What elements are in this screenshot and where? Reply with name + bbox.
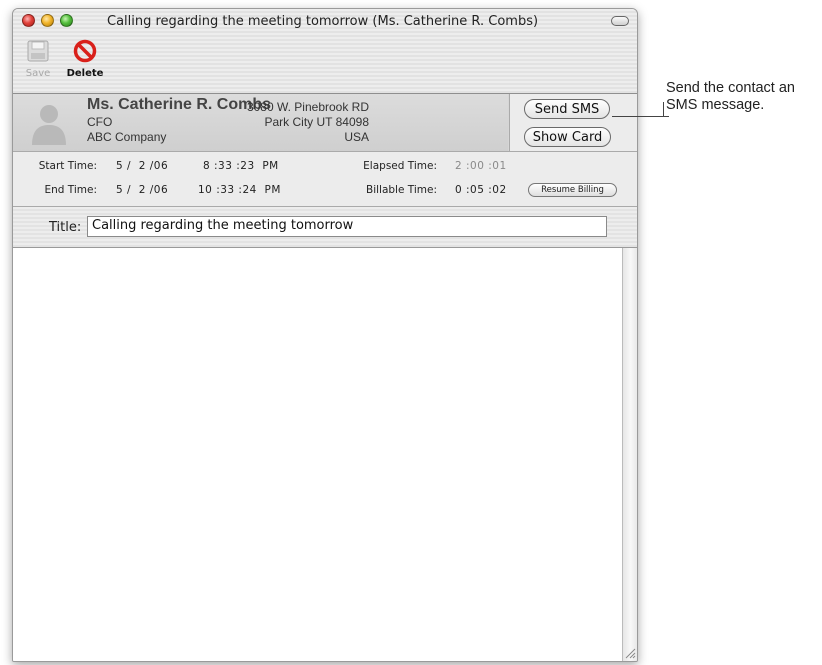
window-title: Calling regarding the meeting tomorrow (… xyxy=(107,14,539,29)
address-line1: 3080 W. Pinebrook RD xyxy=(246,100,369,114)
person-silhouette-icon xyxy=(32,105,66,145)
zoom-window-button[interactable] xyxy=(60,14,73,27)
address-country: USA xyxy=(344,130,369,144)
contact-actions: Send SMS Show Card xyxy=(509,94,637,151)
minimize-window-button[interactable] xyxy=(41,14,54,27)
call-title-row: Title: Calling regarding the meeting tom… xyxy=(13,207,637,248)
time-tracking-panel: Start Time: 5 / 2 /06 8 :33 :23 PM End T… xyxy=(13,152,637,207)
resume-billing-button[interactable]: Resume Billing xyxy=(528,183,617,197)
elapsed-time-value: 2 :00 :01 xyxy=(455,160,507,172)
end-time-field[interactable]: 10 :33 :24 PM xyxy=(198,184,281,196)
delete-prohibited-icon xyxy=(73,39,97,63)
contact-panel: Ms. Catherine R. Combs CFO ABC Company 3… xyxy=(13,94,637,152)
end-date-field[interactable]: 5 / 2 /06 xyxy=(116,184,168,196)
address-line2: Park City UT 84098 xyxy=(264,115,370,129)
billable-time-value[interactable]: 0 :05 :02 xyxy=(455,184,507,196)
show-card-button[interactable]: Show Card xyxy=(524,127,611,147)
elapsed-time-label: Elapsed Time: xyxy=(363,160,437,172)
toolbar-toggle-button[interactable] xyxy=(611,16,629,26)
start-date-field[interactable]: 5 / 2 /06 xyxy=(116,160,168,172)
start-time-label: Start Time: xyxy=(38,160,97,172)
close-window-button[interactable] xyxy=(22,14,35,27)
delete-button[interactable]: Delete xyxy=(65,39,105,79)
billable-time-label: Billable Time: xyxy=(365,184,437,196)
delete-label: Delete xyxy=(66,68,104,79)
callout-leader-tick xyxy=(663,102,664,117)
end-time-label: End Time: xyxy=(44,184,97,196)
resize-grip-icon[interactable] xyxy=(625,648,636,659)
vertical-scrollbar[interactable] xyxy=(622,248,637,661)
call-window: Calling regarding the meeting tomorrow (… xyxy=(12,8,638,662)
contact-name: Ms. Catherine R. Combs xyxy=(87,96,272,113)
save-disk-icon xyxy=(27,40,49,62)
save-label: Save xyxy=(25,68,51,79)
contact-company: ABC Company xyxy=(87,130,167,144)
title-label: Title: xyxy=(49,220,82,235)
save-button[interactable]: Save xyxy=(23,39,53,79)
callout-annotation: Send the contact an SMS message. xyxy=(666,80,795,113)
title-input[interactable]: Calling regarding the meeting tomorrow xyxy=(87,216,607,237)
contact-job-title: CFO xyxy=(87,115,113,129)
callout-leader-line xyxy=(612,116,669,117)
contact-info: Ms. Catherine R. Combs CFO ABC Company 3… xyxy=(13,94,508,151)
notes-text-area[interactable] xyxy=(13,248,622,661)
start-time-field[interactable]: 8 :33 :23 PM xyxy=(203,160,279,172)
send-sms-button[interactable]: Send SMS xyxy=(524,99,610,119)
titlebar-toolbar: Calling regarding the meeting tomorrow (… xyxy=(13,9,637,94)
